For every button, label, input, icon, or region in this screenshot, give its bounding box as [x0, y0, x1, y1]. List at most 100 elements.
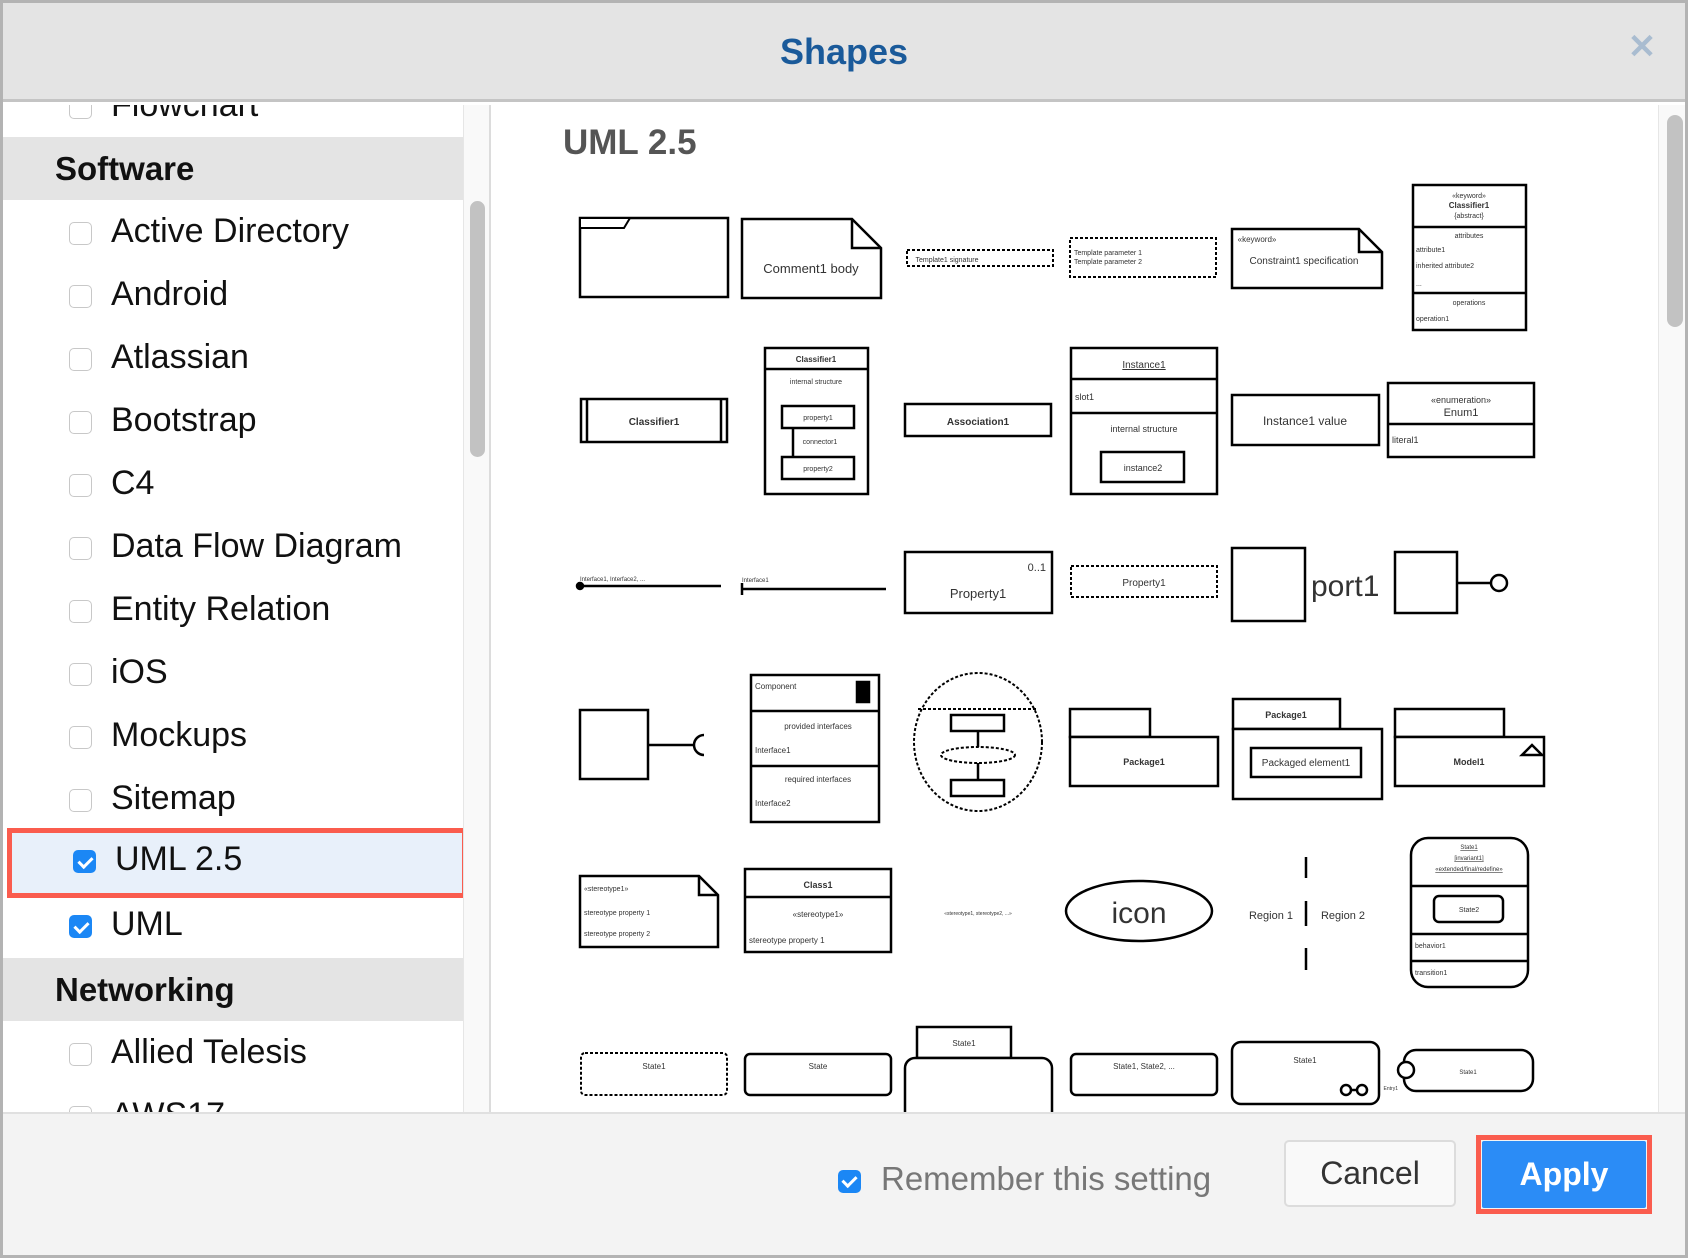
checkbox[interactable] — [69, 411, 92, 434]
checkbox-checked[interactable] — [73, 850, 96, 873]
library-item-allied-telesis[interactable]: Allied Telesis — [3, 1021, 463, 1084]
library-item-label: UML 2.5 — [115, 840, 243, 878]
label-slot1: slot1 — [1075, 392, 1094, 402]
library-item-label: Bootstrap — [111, 401, 257, 439]
section-label: Software — [55, 150, 195, 187]
checkbox[interactable] — [69, 726, 92, 749]
library-item-android[interactable]: Android — [3, 263, 463, 326]
library-item-aws17[interactable]: AWS17 — [3, 1084, 463, 1112]
label-inherited-attribute: inherited attribute2 — [1416, 263, 1474, 270]
label-state-tab: State1 — [952, 1039, 976, 1048]
label-stereotype-keyword: «stereotype1» — [584, 886, 628, 893]
label-state-top1: State1 — [1460, 845, 1478, 851]
shape-state-list[interactable] — [1069, 1052, 1219, 1097]
shape-required-interface[interactable] — [578, 708, 705, 781]
checkbox[interactable] — [69, 789, 92, 812]
shape-provided-interface[interactable] — [1393, 550, 1509, 615]
label-constraint-keyword: «keyword» — [1238, 235, 1277, 244]
label-required-interfaces: required interfaces — [785, 775, 851, 784]
library-item-label: Flowchart — [111, 105, 259, 124]
shape-interface-list[interactable] — [575, 581, 721, 591]
checkbox[interactable] — [69, 222, 92, 245]
label-class1: Class1 — [803, 880, 832, 890]
checkbox[interactable] — [69, 285, 92, 308]
label-attributes: attributes — [1455, 233, 1484, 240]
shape-package-with-element[interactable] — [1231, 697, 1384, 801]
label-enum-name: Enum1 — [1444, 407, 1479, 419]
label-instance2: instance2 — [1124, 463, 1163, 473]
label-packaged-element: Packaged element1 — [1262, 758, 1351, 769]
checkbox[interactable] — [69, 474, 92, 497]
shape-comment[interactable] — [740, 217, 883, 300]
apply-button[interactable]: Apply — [1482, 1141, 1646, 1208]
label-interface1: Interface1 — [742, 578, 769, 584]
shape-interface-line[interactable] — [740, 583, 886, 595]
label-component: Component — [755, 682, 797, 691]
shape-frame[interactable] — [578, 216, 730, 299]
label-attribute1: attribute1 — [1416, 247, 1445, 254]
library-item-uml[interactable]: UML — [3, 893, 463, 956]
cancel-button[interactable]: Cancel — [1284, 1140, 1456, 1207]
label-region2: Region 2 — [1321, 910, 1365, 922]
shape-model[interactable] — [1393, 707, 1546, 788]
library-item-label: Active Directory — [111, 212, 350, 250]
library-item-active-directory[interactable]: Active Directory — [3, 200, 463, 263]
close-icon[interactable]: ✕ — [1627, 29, 1657, 65]
label-behavior1: behavior1 — [1415, 943, 1446, 950]
label-template-param-1: Template parameter 1 — [1074, 250, 1142, 257]
section-label: Networking — [55, 971, 235, 1008]
library-item-label: Sitemap — [111, 779, 236, 817]
library-item-bootstrap[interactable]: Bootstrap — [3, 389, 463, 452]
label-interface1b: Interface1 — [755, 746, 791, 755]
label-operations: operations — [1453, 300, 1486, 307]
label-multiplicity: 0..1 — [1028, 562, 1046, 574]
library-item-c4[interactable]: C4 — [3, 452, 463, 515]
shape-collaboration[interactable] — [913, 672, 1043, 812]
checkbox[interactable] — [69, 537, 92, 560]
label-operation1: operation1 — [1416, 316, 1449, 323]
label-literal1: literal1 — [1392, 435, 1419, 445]
library-item-label: C4 — [111, 464, 155, 502]
checkbox[interactable] — [69, 663, 92, 686]
shape-preview-panel: UML 2.5 Comment1 body Template1 signatur… — [493, 105, 1685, 1112]
label-state-composite: State1 — [1293, 1056, 1317, 1065]
shape-state[interactable] — [743, 1052, 893, 1097]
label-state-plain: State — [809, 1062, 828, 1071]
checkbox-checked[interactable] — [69, 915, 92, 938]
library-item-label: iOS — [111, 653, 168, 691]
left-scrollbar[interactable] — [463, 105, 489, 1112]
library-item-label: Data Flow Diagram — [111, 527, 402, 565]
label-template-param-2: Template parameter 2 — [1074, 259, 1142, 266]
library-item-sitemap[interactable]: Sitemap — [3, 767, 463, 830]
library-item-uml-2-5[interactable]: UML 2.5 — [7, 828, 467, 898]
remember-checkbox[interactable] — [838, 1170, 861, 1193]
library-item-ios[interactable]: iOS — [3, 641, 463, 704]
shape-package[interactable] — [1068, 707, 1220, 788]
library-item-atlassian[interactable]: Atlassian — [3, 326, 463, 389]
shape-template-parameters[interactable] — [1069, 237, 1217, 278]
library-item-mockups[interactable]: Mockups — [3, 704, 463, 767]
left-scrollbar-thumb[interactable] — [470, 201, 485, 457]
label-template-signature: Template1 signature — [915, 257, 978, 264]
library-item-label: Entity Relation — [111, 590, 331, 628]
shape-state-dashed[interactable] — [580, 1052, 728, 1096]
library-item-data-flow-diagram[interactable]: Data Flow Diagram — [3, 515, 463, 578]
checkbox[interactable] — [69, 348, 92, 371]
remember-label: Remember this setting — [881, 1160, 1212, 1197]
checkbox[interactable] — [69, 1043, 92, 1066]
shape-port[interactable] — [1230, 546, 1307, 623]
shape-state-tab[interactable] — [903, 1025, 1054, 1112]
label-ellipsis: ... — [1416, 281, 1422, 288]
library-item-entity-relation[interactable]: Entity Relation — [3, 578, 463, 641]
label-comment: Comment1 body — [763, 261, 859, 276]
label-instance1: Instance1 — [1122, 360, 1166, 371]
preview-scrollbar-thumb[interactable] — [1667, 115, 1683, 327]
preview-scrollbar[interactable] — [1658, 105, 1685, 1112]
checkbox[interactable] — [69, 600, 92, 623]
label-association: Association1 — [947, 417, 1010, 428]
label-package-tab: Package1 — [1265, 710, 1307, 720]
checkbox[interactable] — [69, 105, 92, 119]
library-item-flowchart[interactable]: Flowchart — [3, 105, 463, 137]
label-state2: State2 — [1459, 907, 1479, 914]
shape-state-submachine[interactable] — [1230, 1040, 1381, 1106]
